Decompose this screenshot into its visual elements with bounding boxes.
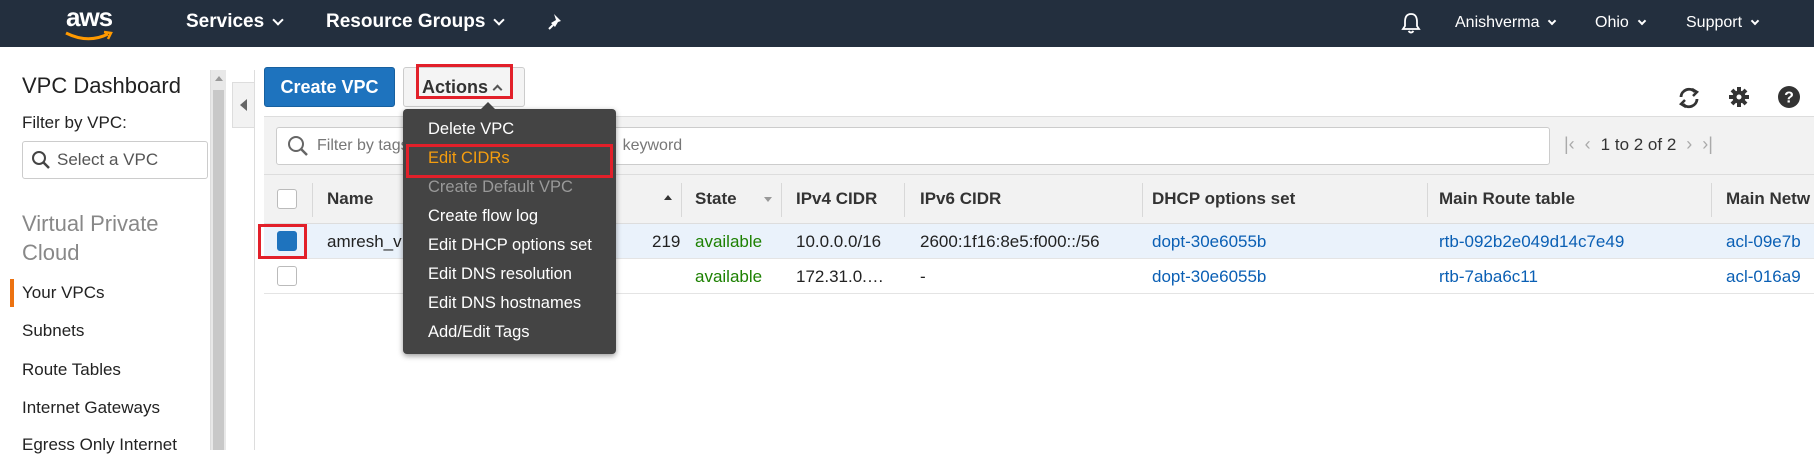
region-name: Ohio xyxy=(1595,14,1629,31)
sidebar-item-route-tables[interactable]: Route Tables xyxy=(22,360,121,380)
cell-route-table-link[interactable]: rtb-7aba6c11 xyxy=(1439,267,1538,287)
cell-state: available xyxy=(695,267,763,286)
support-menu[interactable]: Support xyxy=(1686,14,1760,32)
pagination: |‹ ‹ 1 to 2 of 2 › ›| xyxy=(1564,134,1713,155)
column-header-main-network-acl[interactable]: Main Netw xyxy=(1726,189,1810,209)
column-divider xyxy=(781,183,782,217)
menu-item-edit-dhcp-options[interactable]: Edit DHCP options set xyxy=(428,236,592,255)
sort-indicator-icon[interactable] xyxy=(764,197,772,202)
filter-by-vpc-label: Filter by VPC: xyxy=(22,113,127,132)
scroll-up-icon[interactable] xyxy=(215,76,223,81)
svg-text:?: ? xyxy=(1784,90,1794,107)
aws-smile-icon xyxy=(65,30,113,41)
annotation-box-actions xyxy=(416,64,513,99)
sidebar-scrollbar[interactable] xyxy=(210,70,226,450)
cell-acl-link[interactable]: acl-09e7b xyxy=(1726,232,1801,252)
help-icon[interactable]: ? xyxy=(1777,85,1801,114)
sidebar-item-egress-only[interactable]: Egress Only Internet xyxy=(22,435,177,455)
column-divider xyxy=(1711,183,1712,217)
top-navigation-bar: aws Services Resource Groups Anishverma … xyxy=(0,0,1814,47)
caret-left-icon xyxy=(240,99,247,111)
refresh-icon[interactable] xyxy=(1676,85,1702,116)
scrollbar-thumb[interactable] xyxy=(213,90,224,450)
sidebar-title[interactable]: VPC Dashboard xyxy=(22,73,181,99)
user-menu[interactable]: Anishverma xyxy=(1455,14,1557,32)
chevron-down-icon xyxy=(1548,16,1557,25)
cell-id: 219 xyxy=(652,232,681,251)
pin-icon[interactable] xyxy=(546,12,566,37)
next-page-icon[interactable]: › xyxy=(1686,134,1692,155)
menu-item-delete-vpc[interactable]: Delete VPC xyxy=(428,120,514,139)
row-checkbox[interactable] xyxy=(277,266,297,286)
column-divider xyxy=(1427,183,1428,217)
vpc-select-input[interactable]: Select a VPC xyxy=(22,141,208,179)
column-divider xyxy=(681,183,682,217)
sidebar-item-subnets[interactable]: Subnets xyxy=(22,321,84,341)
aws-logo-text: aws xyxy=(66,2,113,32)
menu-item-create-flow-log[interactable]: Create flow log xyxy=(428,207,538,226)
menu-item-create-default-vpc: Create Default VPC xyxy=(428,178,573,196)
column-header-name[interactable]: Name xyxy=(327,189,373,209)
cell-dhcp-link[interactable]: dopt-30e6055b xyxy=(1152,267,1266,287)
chevron-down-icon xyxy=(493,13,506,26)
last-page-icon[interactable]: ›| xyxy=(1702,134,1713,155)
search-icon xyxy=(288,136,308,156)
cell-route-table-link[interactable]: rtb-092b2e049d14c7e49 xyxy=(1439,232,1624,252)
menu-item-edit-dns-hostnames[interactable]: Edit DNS hostnames xyxy=(428,294,581,313)
cell-dhcp-link[interactable]: dopt-30e6055b xyxy=(1152,232,1266,252)
chevron-down-icon xyxy=(1637,16,1647,25)
column-divider xyxy=(1142,183,1143,217)
column-header-main-route-table[interactable]: Main Route table xyxy=(1439,189,1575,209)
prev-page-icon[interactable]: ‹ xyxy=(1585,134,1591,155)
sort-ascending-icon[interactable] xyxy=(664,195,672,200)
cell-ipv4: 172.31.0.… xyxy=(796,267,884,286)
cell-ipv6: 2600:1f16:8e5:f000::/56 xyxy=(920,232,1100,251)
filter-placeholder-left: Filter by tags xyxy=(317,137,409,154)
user-name: Anishverma xyxy=(1455,14,1540,31)
chevron-down-icon xyxy=(1750,16,1760,25)
services-label: Services xyxy=(186,11,265,32)
menu-item-add-edit-tags[interactable]: Add/Edit Tags xyxy=(428,323,530,342)
menu-item-edit-dns-resolution[interactable]: Edit DNS resolution xyxy=(428,265,572,284)
bell-icon[interactable] xyxy=(1400,11,1422,40)
region-menu[interactable]: Ohio xyxy=(1595,14,1647,32)
sidebar: VPC Dashboard Filter by VPC: Select a VP… xyxy=(0,47,210,454)
cell-acl-link[interactable]: acl-016a9 xyxy=(1726,267,1801,287)
chevron-down-icon xyxy=(272,13,284,26)
search-icon xyxy=(32,151,50,169)
sidebar-item-internet-gateways[interactable]: Internet Gateways xyxy=(22,398,160,418)
column-header-ipv4-cidr[interactable]: IPv4 CIDR xyxy=(796,189,877,209)
collapse-sidebar-button[interactable] xyxy=(232,82,254,128)
cell-ipv6: - xyxy=(920,267,926,286)
sidebar-section-heading: Virtual Private Cloud xyxy=(22,211,159,265)
column-header-ipv6-cidr[interactable]: IPv6 CIDR xyxy=(920,189,1001,209)
pager-text: 1 to 2 of 2 xyxy=(1600,134,1677,154)
select-all-checkbox[interactable] xyxy=(277,189,297,209)
divider xyxy=(254,70,255,450)
cell-state: available xyxy=(695,232,763,251)
cell-name: amresh_v xyxy=(327,232,402,251)
sidebar-item-your-vpcs[interactable]: Your VPCs xyxy=(10,279,105,307)
first-page-icon[interactable]: |‹ xyxy=(1564,134,1575,155)
column-header-state[interactable]: State xyxy=(695,189,737,209)
resource-groups-menu[interactable]: Resource Groups xyxy=(326,11,506,33)
menu-caret xyxy=(481,102,495,109)
resource-groups-label: Resource Groups xyxy=(326,11,486,32)
column-divider xyxy=(312,183,313,217)
column-divider xyxy=(904,183,905,217)
services-menu[interactable]: Services xyxy=(186,11,284,33)
column-header-dhcp[interactable]: DHCP options set xyxy=(1152,189,1295,209)
annotation-box-checkbox xyxy=(258,224,307,259)
create-vpc-button[interactable]: Create VPC xyxy=(264,67,395,107)
annotation-box-edit-cidrs xyxy=(406,144,613,178)
gear-icon[interactable] xyxy=(1728,86,1750,113)
aws-logo[interactable]: aws xyxy=(58,0,122,47)
filter-placeholder-right: keyword xyxy=(622,137,683,154)
vpc-select-placeholder: Select a VPC xyxy=(57,150,159,169)
support-label: Support xyxy=(1686,14,1743,31)
cell-ipv4: 10.0.0.0/16 xyxy=(796,232,882,251)
